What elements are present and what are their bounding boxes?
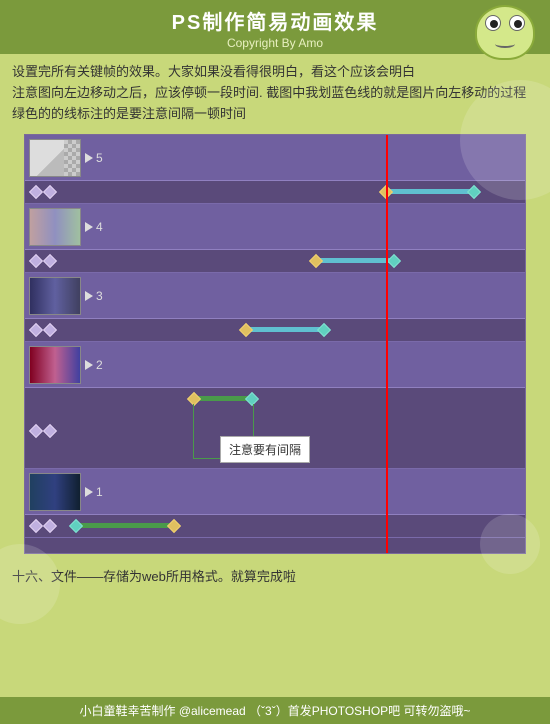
layer-1-diamond-left-1[interactable] [29,519,43,533]
intro-section: 设置完所有关键帧的效果。大家如果没看得很明白，看这个应该会明白 注意图向左边移动… [0,54,550,128]
note-text: 注意要有间隔 [229,443,301,457]
layer-4-triangle[interactable] [85,222,93,232]
footer-section: 十六、文件——存储为web所用格式。就算完成啦 [0,560,550,589]
layer-row-4: 4 [25,204,525,273]
bottom-bar: 小白童鞋幸苦制作 @alicemead （ˇ3ˇ）首发PHOTOSHOP吧 可转… [0,697,550,724]
header: PS制作简易动画效果 Copyright By Amo [0,0,550,54]
layer-4-number: 4 [96,220,103,234]
layer-1-bar [75,523,175,528]
layer-5-thumb [29,139,81,177]
layer-5-diamond-left-1[interactable] [29,185,43,199]
note-line-vertical [193,404,194,459]
layer-row-2: 2 注意要有间隔 [25,342,525,469]
layer-3-diamond-left-1[interactable] [29,323,43,337]
layer-3-triangle[interactable] [85,291,93,301]
layer-5-number: 5 [96,151,103,165]
layer-3-diamond-left-2[interactable] [43,323,57,337]
layer-2-diamond-start[interactable] [187,392,201,406]
frog-decoration [470,5,540,65]
timeline-container: 5 4 [24,134,526,554]
intro-line1: 设置完所有关键帧的效果。大家如果没看得很明白，看这个应该会明白 [12,64,415,79]
layer-3-thumb [29,277,81,315]
layer-row-1: 1 [25,469,525,538]
note-line-horizontal [193,458,223,459]
layer-2-number: 2 [96,358,103,372]
header-title: PS制作简易动画效果 [172,12,379,34]
layer-2-triangle[interactable] [85,360,93,370]
red-line [386,135,388,553]
layer-2-thumb [29,346,81,384]
layer-1-thumb [29,473,81,511]
layer-3-diamond-start[interactable] [239,323,253,337]
timeline-area: 5 4 [12,134,538,554]
intro-line3: 绿色的的线标注的是要注意间隔一顿时间 [12,106,246,121]
layer-3-number: 3 [96,289,103,303]
layer-2-diamond-left-2[interactable] [43,424,57,438]
intro-line2: 注意图向左边移动之后，应该停顿一段时间. 截图中我划蓝色线的就是图片向左移动的过… [12,85,526,100]
layer-5-diamond-left-2[interactable] [43,185,57,199]
layer-5-triangle[interactable] [85,153,93,163]
header-copyright: Copyright By Amo [227,36,323,50]
layer-5-diamond-end[interactable] [467,185,481,199]
layer-3-bar [245,327,325,332]
layer-4-diamond-left-2[interactable] [43,254,57,268]
layer-1-diamond-left-2[interactable] [43,519,57,533]
layer-row-3: 3 [25,273,525,342]
layer-4-diamond-start[interactable] [309,254,323,268]
layer-1-triangle[interactable] [85,487,93,497]
bottom-bar-text: 小白童鞋幸苦制作 @alicemead （ˇ3ˇ）首发PHOTOSHOP吧 可转… [79,704,470,718]
layer-1-diamond-end[interactable] [167,519,181,533]
layer-2-diamond-end[interactable] [245,392,259,406]
layer-row-5: 5 [25,135,525,204]
layer-2-diamond-left-1[interactable] [29,424,43,438]
footer-text: 十六、文件——存储为web所用格式。就算完成啦 [12,569,296,584]
note-box: 注意要有间隔 [220,436,310,463]
layer-4-diamond-left-1[interactable] [29,254,43,268]
layer-4-diamond-end[interactable] [387,254,401,268]
layer-5-bar [385,189,475,194]
layer-1-diamond-start[interactable] [69,519,83,533]
layer-4-bar [315,258,395,263]
layer-1-number: 1 [96,485,103,499]
layer-3-diamond-end[interactable] [317,323,331,337]
layer-4-thumb [29,208,81,246]
